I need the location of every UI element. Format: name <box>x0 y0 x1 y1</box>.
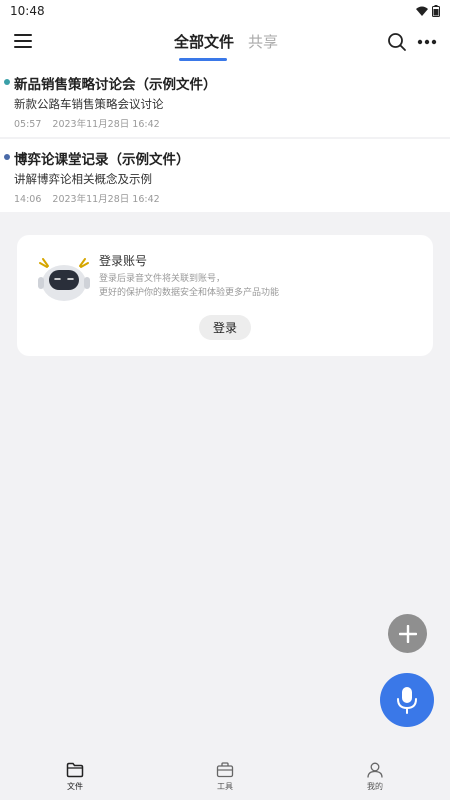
login-title: 登录账号 <box>99 254 148 268</box>
file-meta: 14:06 2023年11月28日 16:42 <box>14 191 168 205</box>
nav-tools[interactable]: 工具 <box>205 762 245 792</box>
microphone-icon <box>397 687 417 714</box>
file-date: 2023年11月28日 16:42 <box>52 119 160 130</box>
tab-all-files[interactable]: 全部文件 <box>174 31 234 52</box>
login-button[interactable]: 登录 <box>199 315 251 340</box>
file-item[interactable]: 新品销售策略讨论会（示例文件） 新款公路车销售策略会议讨论 05:57 2023… <box>0 64 450 137</box>
nav-files[interactable]: 文件 <box>55 762 95 792</box>
file-duration: 05:57 <box>14 119 42 130</box>
nav-label: 文件 <box>67 782 83 791</box>
toolbox-icon <box>216 762 234 778</box>
more-icon[interactable] <box>417 33 437 51</box>
wifi-icon <box>416 6 428 16</box>
login-desc-line: 登录后录音文件将关联到账号， <box>99 274 226 284</box>
file-date: 2023年11月28日 16:42 <box>52 194 160 205</box>
login-card: 登录账号 登录后录音文件将关联到账号， 更好的保护你的数据安全和体验更多产品功能… <box>17 235 433 356</box>
menu-icon[interactable] <box>14 34 32 50</box>
status-bar: 10:48 <box>0 0 450 22</box>
bottom-nav: 文件 工具 我的 <box>0 752 450 800</box>
active-tab-indicator <box>179 58 227 61</box>
unread-dot <box>4 79 10 85</box>
file-title: 新品销售策略讨论会（示例文件） <box>14 77 217 93</box>
login-desc-line: 更好的保护你的数据安全和体验更多产品功能 <box>99 288 280 298</box>
folder-icon <box>66 762 84 778</box>
add-button[interactable] <box>388 614 427 653</box>
file-description: 新款公路车销售策略会议讨论 <box>14 97 164 111</box>
file-description: 讲解博弈论相关概念及示例 <box>14 172 152 186</box>
nav-label: 我的 <box>367 782 383 791</box>
top-bar: 全部文件 共享 <box>0 22 450 64</box>
login-description: 登录后录音文件将关联到账号， 更好的保护你的数据安全和体验更多产品功能 <box>99 272 399 300</box>
robot-mascot-icon <box>38 258 90 301</box>
person-icon <box>367 762 383 778</box>
file-item[interactable]: 博弈论课堂记录（示例文件） 讲解博弈论相关概念及示例 14:06 2023年11… <box>0 139 450 212</box>
file-duration: 14:06 <box>14 194 42 205</box>
unread-dot <box>4 154 10 160</box>
status-time: 10:48 <box>10 4 45 18</box>
file-meta: 05:57 2023年11月28日 16:42 <box>14 116 168 130</box>
battery-icon <box>432 5 440 17</box>
nav-mine[interactable]: 我的 <box>355 762 395 792</box>
nav-label: 工具 <box>217 782 233 791</box>
file-title: 博弈论课堂记录（示例文件） <box>14 152 190 168</box>
record-button[interactable] <box>380 673 434 727</box>
plus-icon <box>398 624 417 643</box>
status-icons <box>416 5 440 17</box>
tab-shared[interactable]: 共享 <box>248 31 278 52</box>
search-icon[interactable] <box>387 32 407 52</box>
